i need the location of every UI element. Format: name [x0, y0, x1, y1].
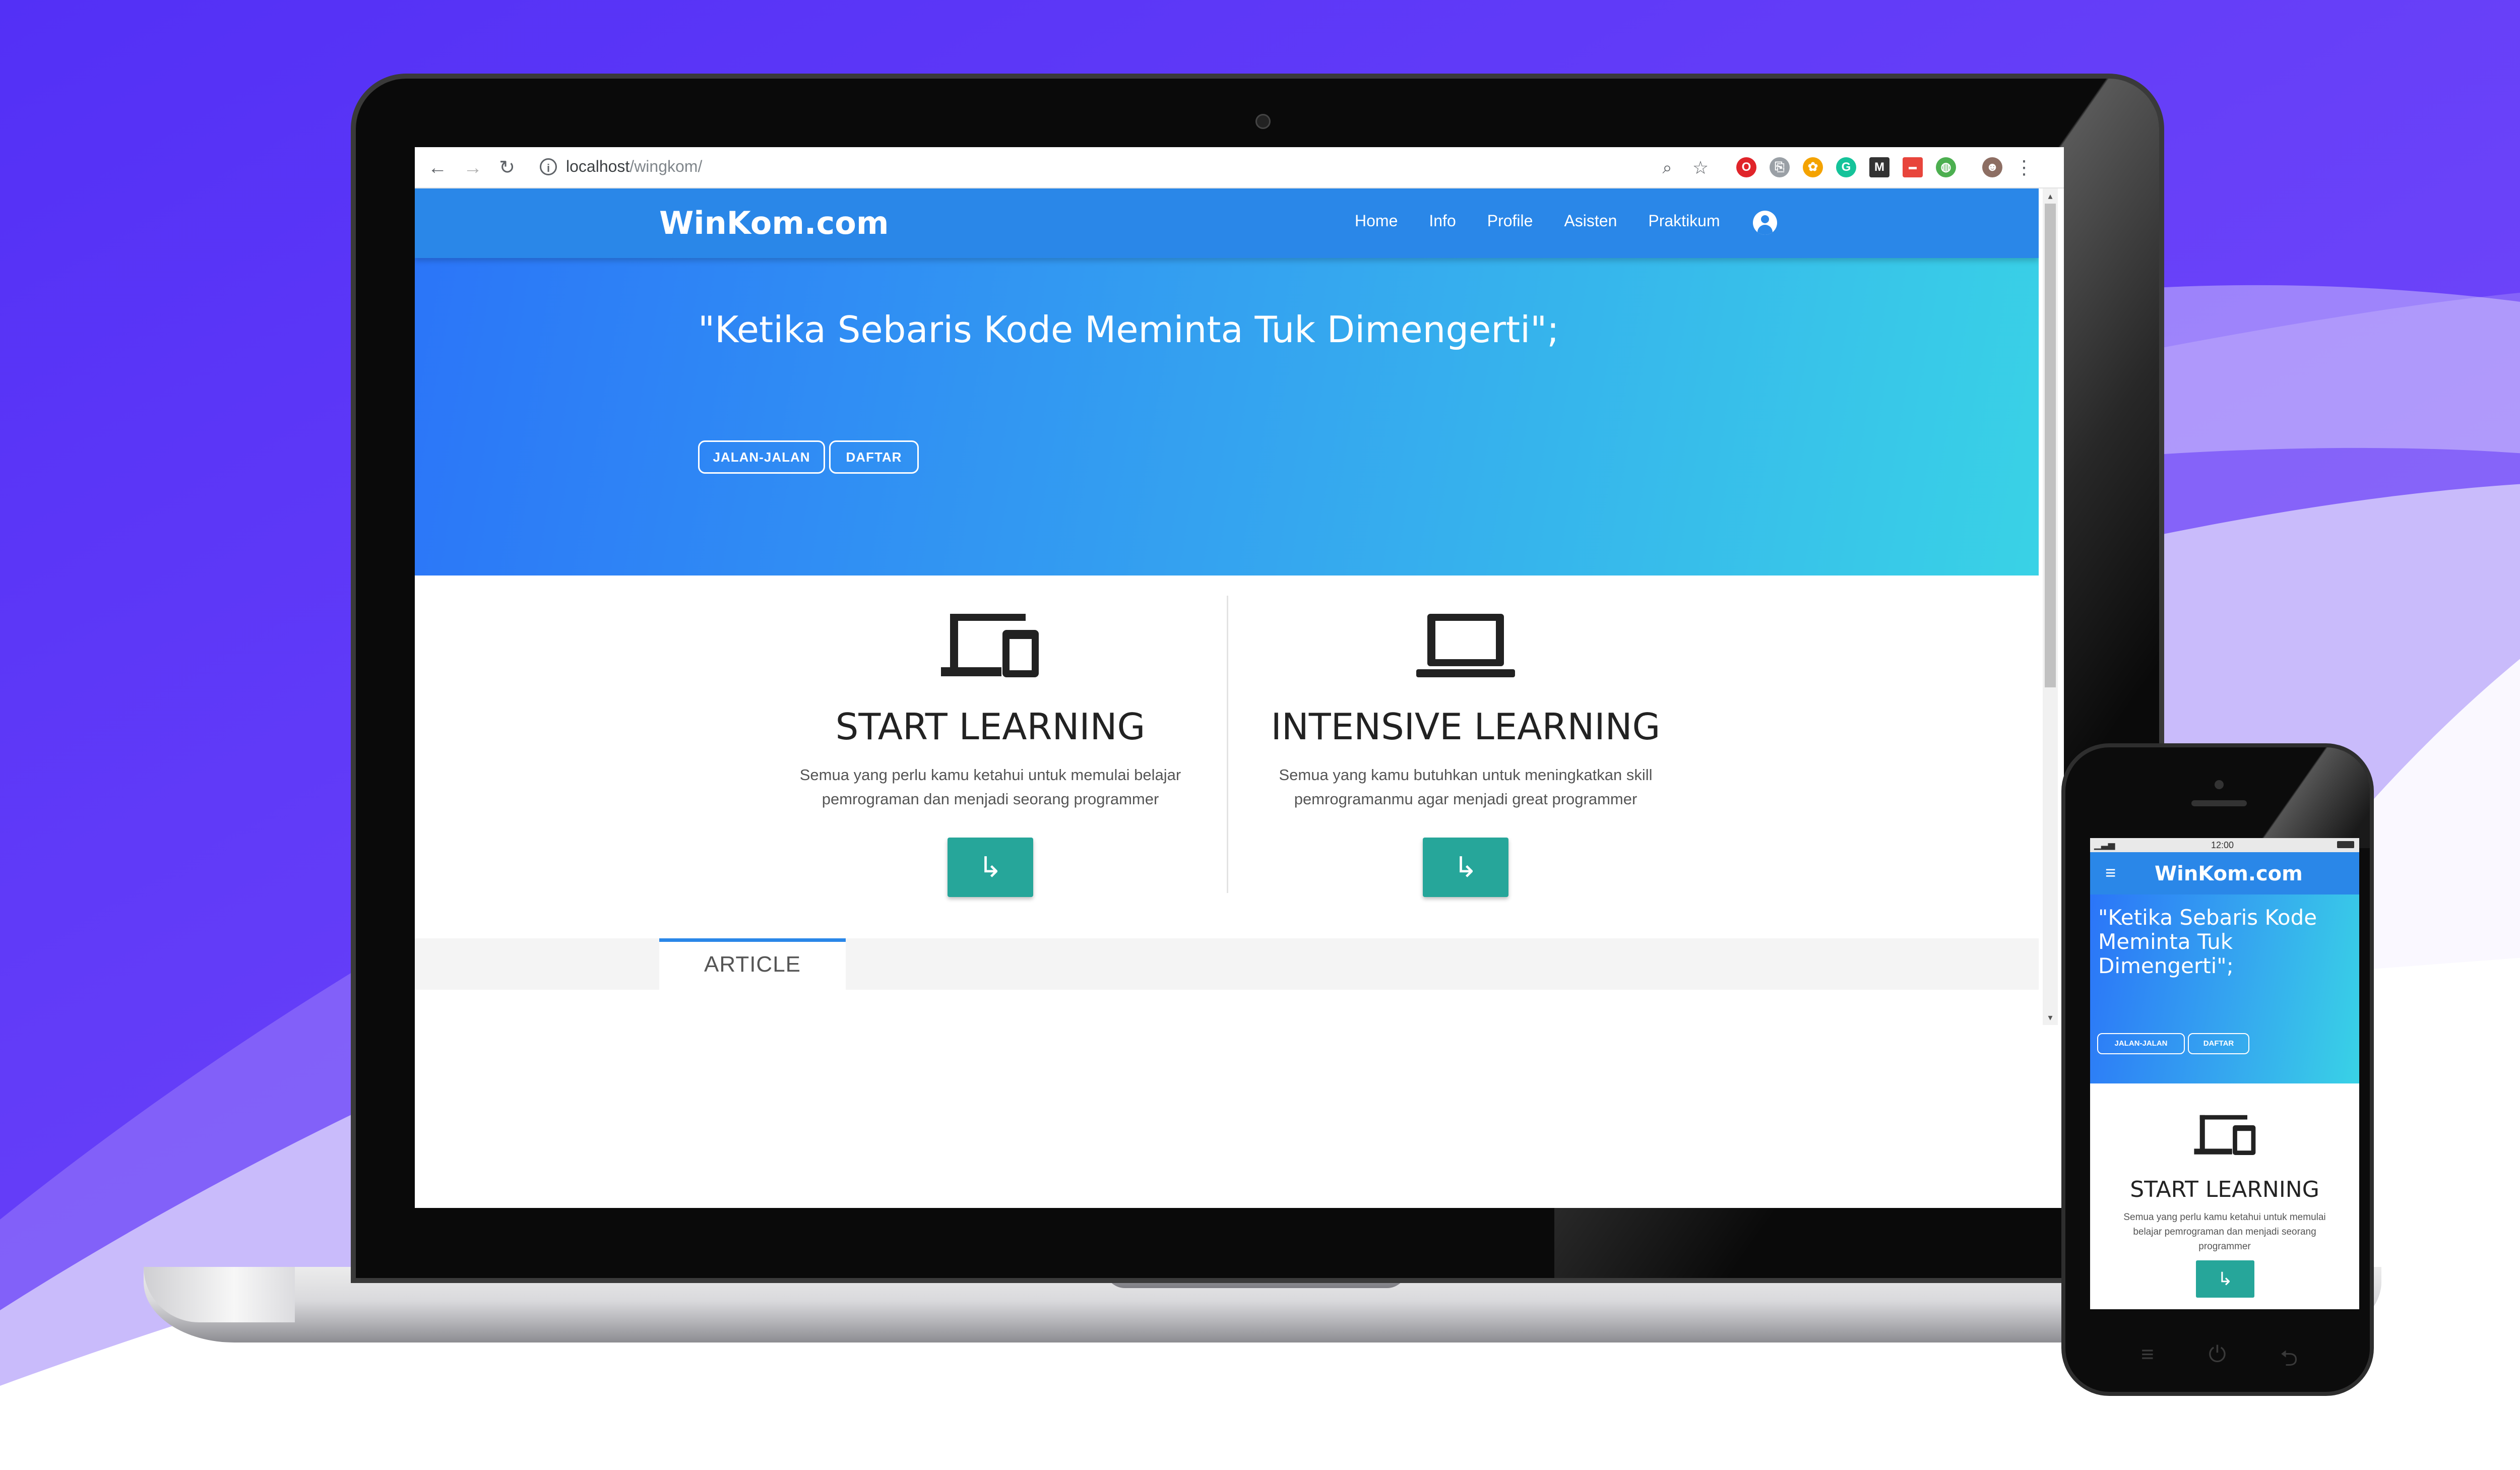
reload-icon[interactable]: ↻: [494, 155, 520, 180]
zoom-icon[interactable]: ⌕: [1655, 155, 1680, 180]
brand-logo[interactable]: WinKom.com: [659, 205, 889, 241]
laptop-icon: [1416, 614, 1515, 677]
hamburger-menu-icon[interactable]: ≡: [2105, 862, 2116, 883]
jalan-jalan-button[interactable]: JALAN-JALAN: [698, 440, 825, 474]
profile-avatar[interactable]: ☻: [1982, 157, 2002, 177]
account-circle-icon[interactable]: [1753, 211, 1777, 235]
feature-title: INTENSIVE LEARNING: [1271, 706, 1661, 748]
tab-article[interactable]: ARTICLE: [659, 938, 846, 990]
nav-info[interactable]: Info: [1429, 212, 1456, 230]
globe-extension-icon[interactable]: ◍: [1936, 157, 1956, 177]
nav-profile[interactable]: Profile: [1487, 212, 1533, 230]
features-section: START LEARNING Semua yang perlu kamu ket…: [415, 576, 2039, 938]
phone-device: ▁▃▅ 12:00 ≡ WinKom.com "Ketika Sebaris K…: [2061, 743, 2374, 1396]
phone-back-icon[interactable]: ⮌: [2280, 1342, 2298, 1380]
phone-gloss: [2237, 747, 2370, 848]
mobile-feature-title: START LEARNING: [2130, 1177, 2319, 1202]
phone-power-icon[interactable]: ⏻: [2209, 1342, 2226, 1367]
mobile-brand-logo[interactable]: WinKom.com: [2155, 862, 2303, 885]
feature-description: Semua yang kamu butuhkan untuk meningkat…: [1279, 766, 1653, 808]
phone-menu-icon[interactable]: ≡: [2141, 1342, 2154, 1367]
scroll-thumb[interactable]: [2045, 204, 2056, 687]
account-head: [1761, 215, 1769, 223]
nav-home[interactable]: Home: [1355, 212, 1398, 230]
mobile-jalan-jalan-button[interactable]: JALAN-JALAN: [2097, 1033, 2185, 1054]
url-path: /wingkom/: [629, 157, 703, 175]
feature-description: Semua yang perlu kamu ketahui untuk memu…: [799, 766, 1181, 808]
mobile-devices-icon: [2194, 1115, 2256, 1155]
intensive-learning-button[interactable]: ↳: [1423, 838, 1508, 897]
start-learning-button[interactable]: ↳: [948, 838, 1033, 897]
hero-section: "Ketika Sebaris Kode Meminta Tuk Dimenge…: [415, 258, 2039, 576]
nav-links: Home Info Profile Asisten Praktikum: [1355, 212, 1720, 230]
phone-screen: ▁▃▅ 12:00 ≡ WinKom.com "Ketika Sebaris K…: [2090, 838, 2359, 1309]
mobile-daftar-button[interactable]: DAFTAR: [2188, 1033, 2249, 1054]
scroll-down-icon[interactable]: ▾: [2045, 1012, 2056, 1023]
nav-praktikum[interactable]: Praktikum: [1648, 212, 1720, 230]
web-page: WinKom.com Home Info Profile Asisten Pra…: [415, 188, 2039, 1025]
mail-extension-icon[interactable]: M: [1869, 157, 1889, 177]
red-extension-icon[interactable]: ▬: [1903, 157, 1923, 177]
mobile-hero: "Ketika Sebaris Kode Meminta Tuk Dimenge…: [2090, 894, 2359, 1083]
phone-speaker: [2191, 800, 2247, 806]
devices-icon: [941, 614, 1039, 677]
mobile-navbar: ≡ WinKom.com: [2090, 852, 2359, 894]
account-body: [1757, 225, 1773, 235]
vertical-scrollbar[interactable]: ▴ ▾: [2043, 188, 2058, 1025]
status-time: 12:00: [2211, 840, 2234, 850]
battery-icon: [2337, 841, 2354, 848]
grammarly-icon[interactable]: G: [1836, 157, 1856, 177]
signal-icon: ▁▃▅: [2094, 840, 2115, 850]
forward-arrow-icon[interactable]: →: [460, 155, 485, 180]
scroll-up-icon[interactable]: ▴: [2045, 190, 2056, 202]
browser-window: ← → ↻ i localhost/wingkom/ ⌕ ☆ O ⎘ ✿ G M…: [415, 147, 2064, 1208]
address-bar[interactable]: localhost/wingkom/: [566, 157, 702, 176]
mobile-hero-quote: "Ketika Sebaris Kode Meminta Tuk Dimenge…: [2098, 905, 2317, 978]
feature-title: START LEARNING: [835, 706, 1146, 748]
phone-status-bar: ▁▃▅ 12:00: [2090, 838, 2359, 852]
hero-quote: "Ketika Sebaris Kode Meminta Tuk Dimenge…: [698, 308, 1559, 351]
bookmark-star-icon[interactable]: ☆: [1688, 155, 1713, 180]
back-arrow-icon[interactable]: ←: [425, 155, 450, 180]
feature-divider: [1227, 596, 1228, 893]
mobile-feature-description: Semua yang perlu kamu ketahui untuk memu…: [2123, 1212, 2326, 1252]
url-host: localhost: [566, 157, 630, 175]
site-info-icon[interactable]: i: [540, 158, 557, 175]
site-navbar: WinKom.com Home Info Profile Asisten Pra…: [415, 188, 2039, 258]
opera-extension-icon[interactable]: O: [1736, 157, 1756, 177]
browser-toolbar: ← → ↻ i localhost/wingkom/ ⌕ ☆ O ⎘ ✿ G M…: [415, 147, 2064, 188]
daftar-button[interactable]: DAFTAR: [829, 440, 919, 474]
laptop-camera: [1255, 114, 1271, 129]
extension-icon[interactable]: ⎘: [1770, 157, 1790, 177]
menu-dots-icon[interactable]: ⋮: [2011, 155, 2037, 180]
phone-camera: [2215, 780, 2224, 789]
mobile-start-learning-button[interactable]: ↳: [2196, 1260, 2254, 1298]
nav-asisten[interactable]: Asisten: [1564, 212, 1617, 230]
gear-extension-icon[interactable]: ✿: [1803, 157, 1823, 177]
tab-strip: ARTICLE: [415, 938, 2039, 990]
